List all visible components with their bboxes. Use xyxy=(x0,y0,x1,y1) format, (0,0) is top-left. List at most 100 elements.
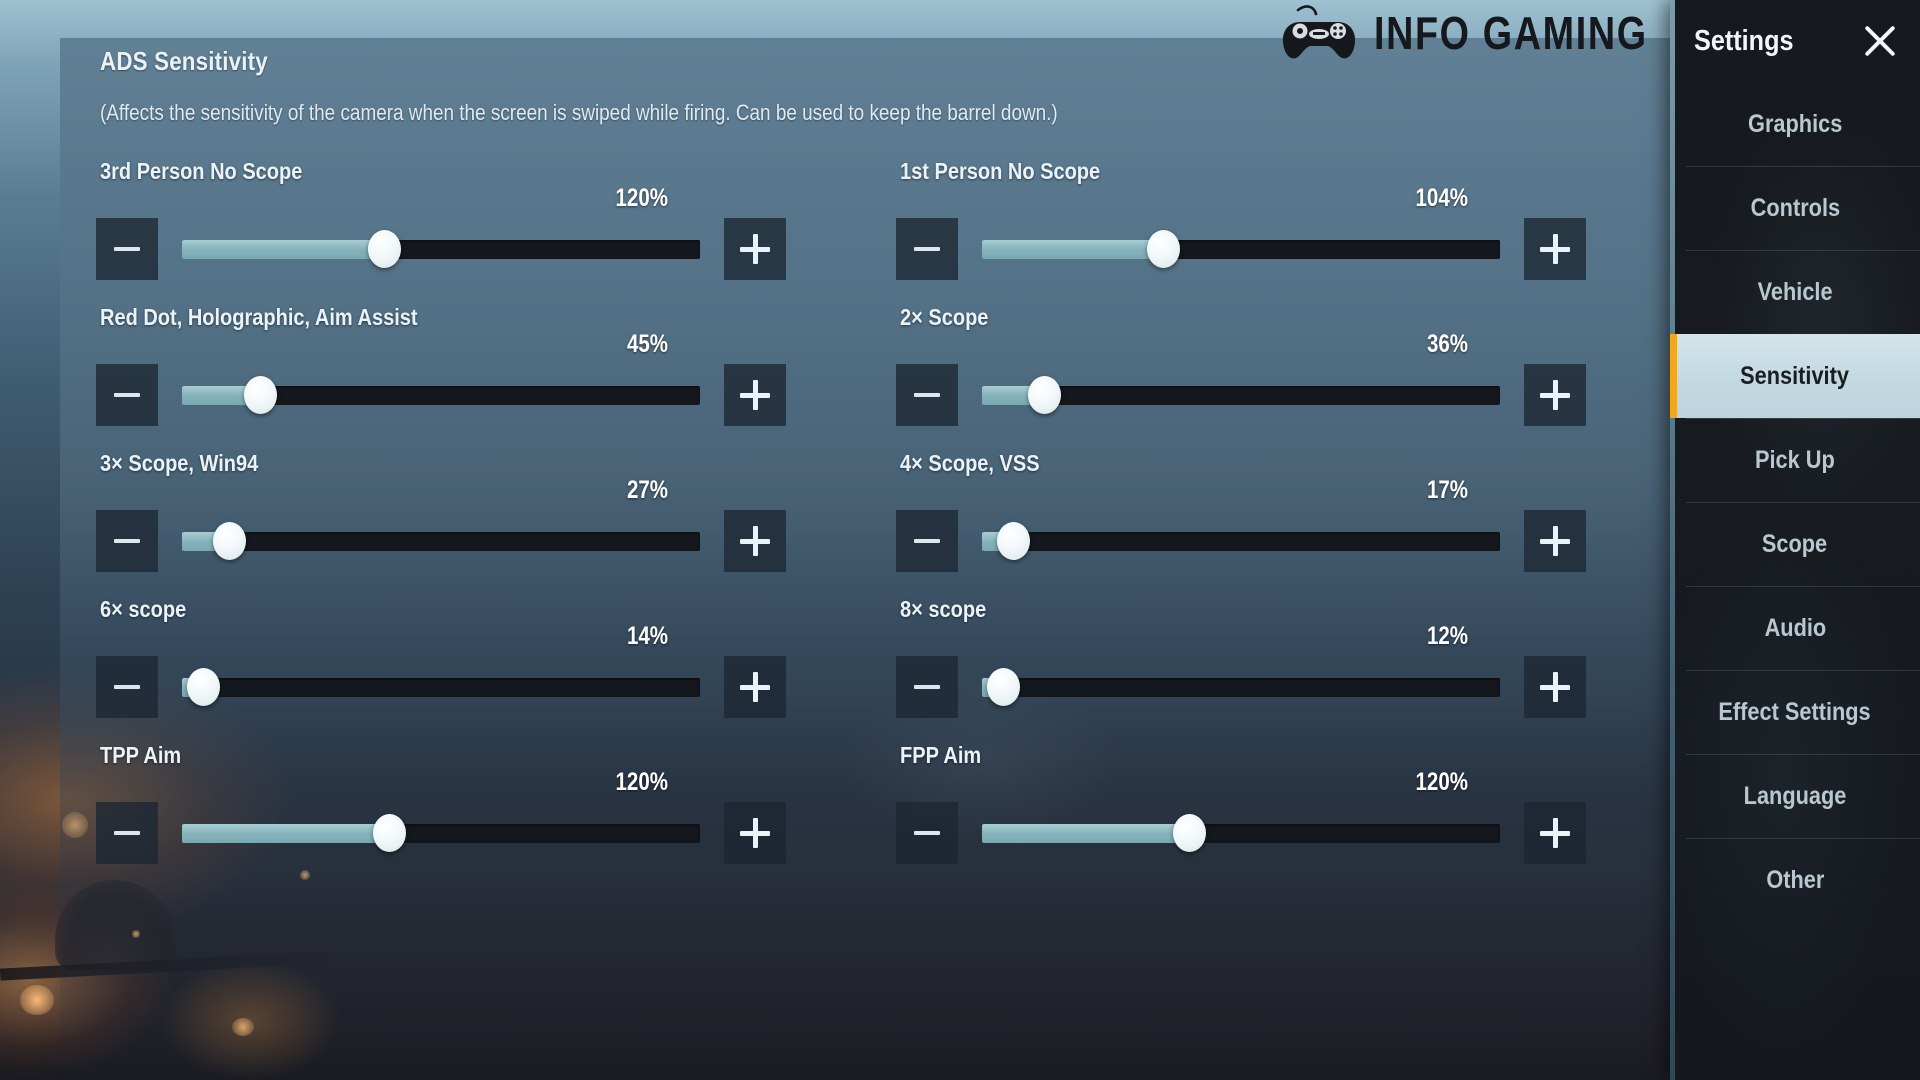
slider-label: 4× Scope, VSS xyxy=(900,450,1040,476)
decrease-button[interactable] xyxy=(96,218,158,280)
sidebar-item-label: Pick Up xyxy=(1755,445,1835,474)
slider-label: Red Dot, Holographic, Aim Assist xyxy=(100,304,418,330)
slider-thumb[interactable] xyxy=(986,668,1020,706)
slider-control xyxy=(96,656,786,718)
sensitivity-slider-row: 2× Scope 36% xyxy=(896,302,1586,435)
slider-track-area[interactable] xyxy=(182,802,700,864)
slider-track xyxy=(982,522,1500,560)
slider-thumb[interactable] xyxy=(368,230,402,268)
minus-icon xyxy=(914,831,940,835)
decrease-button[interactable] xyxy=(96,802,158,864)
decrease-button[interactable] xyxy=(896,656,958,718)
slider-thumb[interactable] xyxy=(1147,230,1181,268)
plus-icon xyxy=(1540,672,1570,702)
slider-track xyxy=(982,668,1500,706)
slider-track-area[interactable] xyxy=(982,364,1500,426)
slider-control xyxy=(896,364,1586,426)
sensitivity-slider-row: 1st Person No Scope 104% xyxy=(896,156,1586,289)
sidebar-item-label: Effect Settings xyxy=(1718,697,1872,726)
increase-button[interactable] xyxy=(1524,218,1586,280)
increase-button[interactable] xyxy=(724,510,786,572)
increase-button[interactable] xyxy=(1524,802,1586,864)
increase-button[interactable] xyxy=(724,218,786,280)
slider-thumb[interactable] xyxy=(186,668,220,706)
plus-icon xyxy=(1540,526,1570,556)
slider-thumb[interactable] xyxy=(212,522,246,560)
slider-track-area[interactable] xyxy=(982,510,1500,572)
section-description: (Affects the sensitivity of the camera w… xyxy=(100,100,1058,125)
slider-track-area[interactable] xyxy=(182,656,700,718)
slider-track-area[interactable] xyxy=(182,510,700,572)
sidebar-item-effect-settings[interactable]: Effect Settings xyxy=(1670,670,1920,754)
plus-icon xyxy=(740,526,770,556)
increase-button[interactable] xyxy=(724,656,786,718)
sidebar-item-sensitivity[interactable]: Sensitivity xyxy=(1670,334,1920,418)
sidebar-item-label: Graphics xyxy=(1747,109,1843,138)
slider-label: 3rd Person No Scope xyxy=(100,158,303,184)
decrease-button[interactable] xyxy=(896,364,958,426)
slider-thumb[interactable] xyxy=(1028,376,1062,414)
sidebar-item-pick-up[interactable]: Pick Up xyxy=(1670,418,1920,502)
minus-icon xyxy=(114,831,140,835)
slider-label: 6× scope xyxy=(100,596,187,622)
sidebar-item-label: Controls xyxy=(1750,193,1840,222)
minus-icon xyxy=(914,247,940,251)
slider-track-area[interactable] xyxy=(982,802,1500,864)
sidebar-item-controls[interactable]: Controls xyxy=(1670,166,1920,250)
slider-label: TPP Aim xyxy=(100,742,182,768)
sidebar-item-label: Other xyxy=(1765,865,1825,894)
decrease-button[interactable] xyxy=(96,364,158,426)
sidebar-header: Settings xyxy=(1670,0,1920,82)
slider-value: 12% xyxy=(1426,622,1468,650)
slider-track-area[interactable] xyxy=(182,364,700,426)
sidebar-item-language[interactable]: Language xyxy=(1670,754,1920,838)
sidebar-item-label: Language xyxy=(1743,781,1847,810)
sidebar-title: Settings xyxy=(1694,24,1794,57)
slider-label: FPP Aim xyxy=(900,742,982,768)
increase-button[interactable] xyxy=(1524,364,1586,426)
slider-track-area[interactable] xyxy=(182,218,700,280)
sidebar-item-audio[interactable]: Audio xyxy=(1670,586,1920,670)
slider-thumb[interactable] xyxy=(373,814,407,852)
slider-track xyxy=(982,814,1500,852)
sensitivity-slider-row: 4× Scope, VSS 17% xyxy=(896,448,1586,581)
sensitivity-slider-row: 6× scope 14% xyxy=(96,594,786,727)
sidebar-item-scope[interactable]: Scope xyxy=(1670,502,1920,586)
sidebar-item-graphics[interactable]: Graphics xyxy=(1670,82,1920,166)
slider-value: 45% xyxy=(626,330,668,358)
plus-icon xyxy=(740,818,770,848)
slider-value: 120% xyxy=(615,768,668,796)
slider-fill xyxy=(982,823,1190,843)
increase-button[interactable] xyxy=(1524,510,1586,572)
slider-label: 1st Person No Scope xyxy=(900,158,1101,184)
slider-thumb[interactable] xyxy=(1173,814,1207,852)
increase-button[interactable] xyxy=(724,364,786,426)
sidebar-item-label: Scope xyxy=(1762,529,1828,558)
slider-control xyxy=(96,364,786,426)
ember-particle xyxy=(20,985,54,1015)
slider-value: 104% xyxy=(1415,184,1468,212)
page-title: ADS Sensitivity xyxy=(100,46,268,76)
slider-control xyxy=(96,510,786,572)
decrease-button[interactable] xyxy=(896,510,958,572)
decrease-button[interactable] xyxy=(96,510,158,572)
slider-thumb[interactable] xyxy=(243,376,277,414)
plus-icon xyxy=(1540,818,1570,848)
sidebar-menu: Graphics Controls Vehicle Sensitivity Pick U… xyxy=(1670,82,1920,922)
decrease-button[interactable] xyxy=(896,802,958,864)
increase-button[interactable] xyxy=(724,802,786,864)
plus-icon xyxy=(1540,234,1570,264)
sidebar-item-other[interactable]: Other xyxy=(1670,838,1920,922)
slider-track xyxy=(182,522,700,560)
close-icon[interactable] xyxy=(1858,19,1902,63)
decrease-button[interactable] xyxy=(96,656,158,718)
sensitivity-slider-row: FPP Aim 120% xyxy=(896,740,1586,873)
sidebar-item-vehicle[interactable]: Vehicle xyxy=(1670,250,1920,334)
slider-track-area[interactable] xyxy=(982,656,1500,718)
slider-fill xyxy=(182,239,385,259)
decrease-button[interactable] xyxy=(896,218,958,280)
slider-track-area[interactable] xyxy=(982,218,1500,280)
increase-button[interactable] xyxy=(1524,656,1586,718)
slider-value: 27% xyxy=(626,476,668,504)
slider-thumb[interactable] xyxy=(997,522,1031,560)
